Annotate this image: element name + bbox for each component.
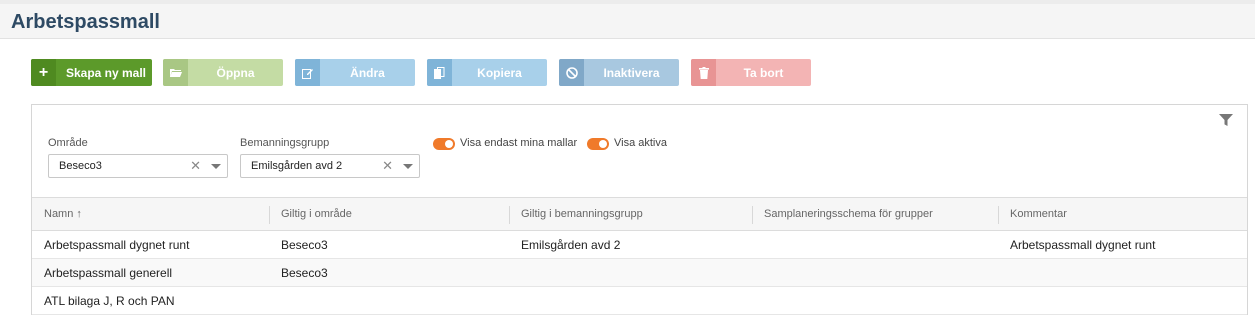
show-active-toggle[interactable] (587, 138, 609, 150)
clear-group-icon[interactable]: ✕ (382, 158, 393, 174)
cell-area: Beseco3 (281, 266, 328, 280)
table-row[interactable]: ATL bilaga J, R och PAN (32, 287, 1247, 315)
copy-icon (427, 59, 452, 86)
filter-icon[interactable] (1218, 112, 1234, 128)
toggle-knob (599, 140, 607, 148)
folder-open-icon (163, 59, 188, 86)
edit-label: Ändra (350, 65, 385, 80)
column-header-area[interactable]: Giltig i område (281, 208, 352, 220)
open-label: Öppna (216, 65, 255, 80)
area-label: Område (48, 137, 88, 149)
group-value: Emilsgården avd 2 (251, 160, 343, 172)
cell-area: Beseco3 (281, 238, 328, 252)
delete-label: Ta bort (743, 65, 784, 80)
inactivate-button[interactable]: Inaktivera (559, 59, 679, 86)
grid-header: Namn ↑ Giltig i område Giltig i bemannin… (32, 197, 1247, 231)
ban-icon (559, 59, 584, 86)
trash-icon (691, 59, 716, 86)
table-row[interactable]: Arbetspassmall dygnet runt Beseco3 Emils… (32, 231, 1247, 259)
column-separator (509, 206, 510, 224)
area-value: Beseco3 (59, 160, 102, 172)
delete-button[interactable]: Ta bort (691, 59, 811, 86)
table-row[interactable]: Arbetspassmall generell Beseco3 (32, 259, 1247, 287)
cell-name: Arbetspassmall dygnet runt (44, 238, 190, 252)
copy-button[interactable]: Kopiera (427, 59, 547, 86)
chevron-down-icon[interactable] (211, 164, 221, 169)
area-select[interactable]: Beseco3 ✕ (48, 154, 228, 178)
create-template-button[interactable]: + Skapa ny mall (31, 59, 152, 86)
create-template-label: Skapa ny mall (65, 65, 147, 80)
cell-name: ATL bilaga J, R och PAN (44, 294, 175, 308)
cell-name: Arbetspassmall generell (44, 266, 173, 280)
column-separator (269, 206, 270, 224)
template-panel: Område Beseco3 ✕ Bemanningsgrupp Emilsgå… (31, 104, 1248, 315)
edit-button[interactable]: Ändra (295, 59, 415, 86)
title-bar: Arbetspassmall (0, 0, 1255, 39)
column-header-schedule[interactable]: Samplaneringsschema för grupper (764, 208, 933, 220)
cell-comment: Arbetspassmall dygnet runt (1010, 238, 1156, 252)
clear-area-icon[interactable]: ✕ (190, 158, 201, 174)
only-mine-label: Visa endast mina mallar (460, 137, 578, 149)
column-header-comment[interactable]: Kommentar (1010, 208, 1067, 220)
column-header-group[interactable]: Giltig i bemanningsgrupp (521, 208, 643, 220)
column-separator (752, 206, 753, 224)
chevron-down-icon[interactable] (403, 164, 413, 169)
column-header-name[interactable]: Namn ↑ (44, 208, 82, 220)
cell-group: Emilsgården avd 2 (521, 238, 621, 252)
only-mine-toggle[interactable] (433, 138, 455, 150)
page-title: Arbetspassmall (11, 11, 160, 33)
group-label: Bemanningsgrupp (240, 137, 330, 149)
show-active-label: Visa aktiva (614, 137, 667, 149)
copy-label: Kopiera (477, 65, 522, 80)
group-select[interactable]: Emilsgården avd 2 ✕ (240, 154, 420, 178)
open-button[interactable]: Öppna (163, 59, 283, 86)
toggle-knob (445, 140, 453, 148)
inactivate-label: Inaktivera (603, 65, 660, 80)
plus-icon: + (31, 59, 56, 86)
column-separator (998, 206, 999, 224)
edit-icon (295, 59, 320, 86)
